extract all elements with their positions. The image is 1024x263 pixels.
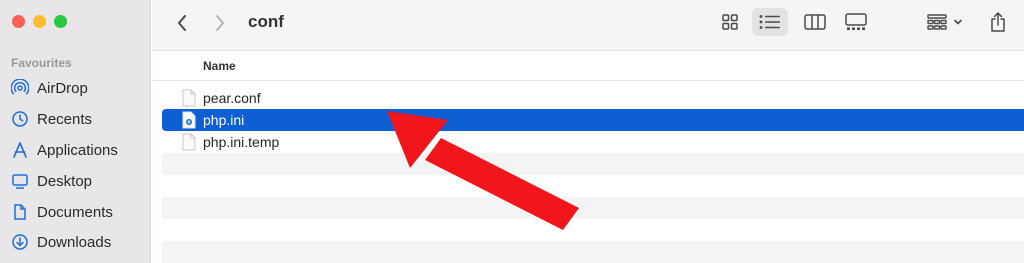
sidebar-section-title: Favourites <box>11 56 72 70</box>
columns-icon <box>804 14 826 30</box>
document-file-icon <box>182 89 196 107</box>
empty-row <box>162 197 1024 219</box>
sidebar-item-recents[interactable]: Recents <box>11 107 92 131</box>
document-icon <box>14 204 26 220</box>
file-row-selected[interactable]: php.ini <box>162 109 1024 131</box>
close-button[interactable] <box>12 15 25 28</box>
icon-view-button[interactable] <box>712 8 748 36</box>
sidebar-item-applications[interactable]: Applications <box>11 138 118 162</box>
name-column-header[interactable]: Name <box>203 59 236 73</box>
column-view-button[interactable] <box>797 8 833 36</box>
main-pane: conf Name pear.conf php.ini php.ini.temp <box>152 0 1024 263</box>
sidebar-item-label: Applications <box>37 141 118 159</box>
sidebar-item-label: AirDrop <box>37 79 88 97</box>
sidebar-item-label: Documents <box>37 203 113 221</box>
gallery-view-button[interactable] <box>838 8 874 36</box>
file-name: php.ini.temp <box>203 134 280 150</box>
empty-row <box>162 153 1024 175</box>
toolbar: conf <box>152 0 1024 51</box>
chevron-left-icon <box>178 15 186 31</box>
settings-file-icon <box>182 111 196 129</box>
sidebar-item-downloads[interactable]: Downloads <box>11 230 111 254</box>
file-name: pear.conf <box>203 90 261 106</box>
sidebar-item-airdrop[interactable]: AirDrop <box>11 76 88 100</box>
gallery-icon <box>845 13 867 30</box>
clock-icon <box>12 111 28 127</box>
airdrop-icon <box>11 79 29 95</box>
forward-button[interactable] <box>208 11 232 35</box>
file-row[interactable]: php.ini.temp <box>162 131 1024 153</box>
sidebar-item-label: Recents <box>37 110 93 128</box>
desktop-icon <box>12 174 28 189</box>
grid-icon <box>722 14 738 30</box>
document-file-icon <box>182 133 196 151</box>
download-icon <box>12 234 28 250</box>
sidebar: Favourites AirDrop Recents Applications … <box>0 0 151 263</box>
chevron-right-icon <box>216 15 224 31</box>
zoom-button[interactable] <box>54 15 67 28</box>
file-row[interactable]: pear.conf <box>162 87 1024 109</box>
share-icon <box>991 12 1005 32</box>
sidebar-item-desktop[interactable]: Desktop <box>11 169 92 193</box>
list-icon <box>759 15 780 29</box>
group-icon <box>927 14 947 30</box>
sidebar-item-label: Desktop <box>37 172 93 190</box>
list-view-button[interactable] <box>752 8 788 36</box>
minimize-button[interactable] <box>33 15 46 28</box>
empty-row <box>162 241 1024 263</box>
back-button[interactable] <box>170 11 194 35</box>
group-by-button[interactable] <box>920 8 970 36</box>
share-button[interactable] <box>980 8 1016 36</box>
column-header: Name <box>152 52 1024 81</box>
window-title: conf <box>248 12 284 31</box>
chevron-down-icon <box>954 19 962 25</box>
file-name: php.ini <box>203 112 245 128</box>
sidebar-item-label: Downloads <box>37 233 112 251</box>
sidebar-item-documents[interactable]: Documents <box>11 200 113 224</box>
applications-icon <box>13 142 27 158</box>
window-controls <box>12 15 67 28</box>
